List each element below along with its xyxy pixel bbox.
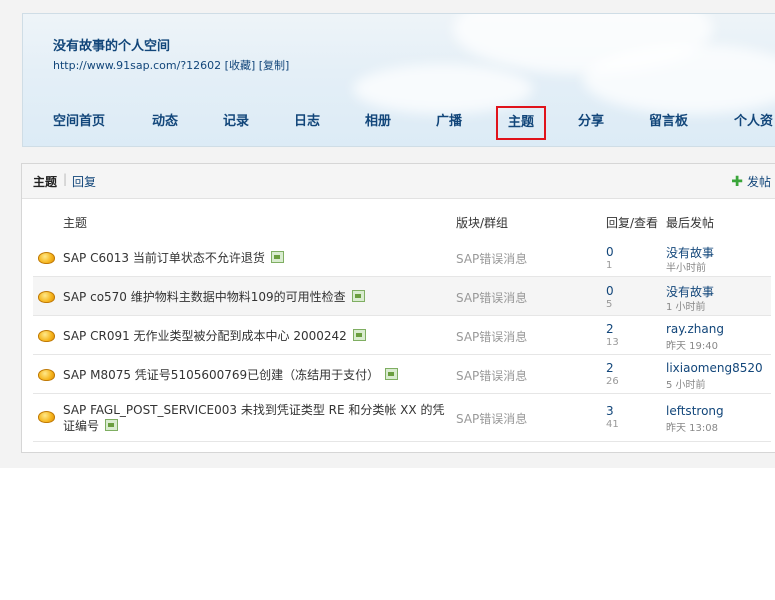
topic-views: 26 [606,376,619,387]
last-post-user[interactable]: ray.zhang [666,322,724,336]
topic-forum[interactable]: SAP错误消息 [456,250,527,267]
nav-item-guestbook[interactable]: 留言板 [649,110,688,134]
cloud-decoration [353,64,533,114]
last-post-user[interactable]: lixiaomeng8520 [666,361,763,375]
space-header: 没有故事的个人空间 http://www.91sap.com/?12602 [收… [22,13,775,147]
topic-title: SAP C6013 当前订单状态不允许退货 [63,250,453,266]
column-header-topic: 主题 [63,216,88,230]
nav-item-blog[interactable]: 日志 [294,110,320,134]
nav-item-home[interactable]: 空间首页 [53,110,105,134]
tab-bar: 主题 | 回复 ✚ 发帖 [22,164,775,199]
topic-replies[interactable]: 3 [606,404,614,418]
topic-link[interactable]: SAP C6013 当前订单状态不允许退货 [63,251,265,265]
table-header: 主题 版块/群组 回复/查看 最后发帖 [22,214,775,234]
gold-ingot-icon [38,369,55,381]
table-row: SAP C6013 当前订单状态不允许退货 SAP错误消息 0 1 没有故事 半… [33,238,771,277]
topic-views: 5 [606,299,613,310]
last-post-time: 半小时前 [666,263,706,274]
topic-title: SAP co570 维护物料主数据中物料109的可用性检查 [63,289,453,305]
page: 没有故事的个人空间 http://www.91sap.com/?12602 [收… [0,0,775,468]
image-attachment-icon [352,329,366,341]
topic-forum[interactable]: SAP错误消息 [456,367,527,384]
nav-item-album[interactable]: 相册 [365,110,391,134]
last-post-time: 5 小时前 [666,380,706,391]
nav-item-broadcast[interactable]: 广播 [436,110,462,134]
nav-item-records[interactable]: 记录 [223,110,249,134]
topic-link[interactable]: SAP M8075 凭证号5105600769已创建（冻结用于支付） [63,368,379,382]
column-header-last-post: 最后发帖 [666,216,715,230]
image-attachment-icon [270,251,284,263]
topic-link[interactable]: SAP FAGL_POST_SERVICE003 未找到凭证类型 RE 和分类帐… [63,403,444,433]
tab-topics[interactable]: 主题 [33,173,57,190]
topic-title: SAP M8075 凭证号5105600769已创建（冻结用于支付） [63,367,453,383]
topic-replies[interactable]: 0 [606,245,614,259]
table-row: SAP FAGL_POST_SERVICE003 未找到凭证类型 RE 和分类帐… [33,394,771,442]
space-url-line: http://www.91sap.com/?12602 [收藏] [复制] [53,57,289,73]
gold-ingot-icon [38,252,55,264]
gold-ingot-icon [38,291,55,303]
image-attachment-icon [385,368,399,380]
topic-replies[interactable]: 0 [606,284,614,298]
nav-item-profile[interactable]: 个人资 [734,110,773,134]
gold-ingot-icon [38,330,55,342]
topic-link[interactable]: SAP co570 维护物料主数据中物料109的可用性检查 [63,290,346,304]
nav-item-feed[interactable]: 动态 [152,110,178,134]
topic-forum[interactable]: SAP错误消息 [456,410,527,427]
topic-views: 41 [606,419,619,430]
image-attachment-icon [105,419,119,431]
favorite-link[interactable]: [收藏] [225,59,256,72]
table-row: SAP CR091 无作业类型被分配到成本中心 2000242 SAP错误消息 … [33,316,771,355]
last-post-time: 1 小时前 [666,302,706,313]
copy-link[interactable]: [复制] [259,59,290,72]
column-header-forum: 版块/群组 [456,216,509,230]
topic-replies[interactable]: 2 [606,322,614,336]
post-button-label: 发帖 [746,175,771,189]
column-header-reply-view: 回复/查看 [606,216,659,230]
gold-ingot-icon [38,411,55,423]
topic-link[interactable]: SAP CR091 无作业类型被分配到成本中心 2000242 [63,329,347,343]
table-row: SAP M8075 凭证号5105600769已创建（冻结用于支付） SAP错误… [33,355,771,394]
tab-separator: | [63,172,68,186]
post-button[interactable]: ✚ 发帖 [731,173,771,190]
plus-icon: ✚ [731,174,743,190]
space-title[interactable]: 没有故事的个人空间 [53,35,170,54]
nav-item-share[interactable]: 分享 [578,110,604,134]
topic-views: 13 [606,337,619,348]
topic-forum[interactable]: SAP错误消息 [456,289,527,306]
cloud-decoration [583,44,775,114]
table-row: SAP co570 维护物料主数据中物料109的可用性检查 SAP错误消息 0 … [33,277,771,316]
topic-forum[interactable]: SAP错误消息 [456,328,527,345]
last-post-time: 昨天 13:08 [666,423,718,434]
topics-panel: 主题 | 回复 ✚ 发帖 主题 版块/群组 回复/查看 最后发帖 SAP C601… [21,163,775,453]
topic-title: SAP CR091 无作业类型被分配到成本中心 2000242 [63,328,453,344]
space-nav: 空间首页 动态 记录 日志 相册 广播 主题 分享 留言板 个人资 [23,106,775,140]
topic-title: SAP FAGL_POST_SERVICE003 未找到凭证类型 RE 和分类帐… [63,402,453,434]
topic-views: 1 [606,260,613,271]
last-post-user[interactable]: leftstrong [666,404,724,418]
nav-item-topics[interactable]: 主题 [495,106,547,140]
last-post-time: 昨天 19:40 [666,341,718,352]
image-attachment-icon [351,290,365,302]
tab-replies[interactable]: 回复 [72,173,96,190]
topic-replies[interactable]: 2 [606,361,614,375]
space-url-link[interactable]: http://www.91sap.com/?12602 [53,59,221,72]
